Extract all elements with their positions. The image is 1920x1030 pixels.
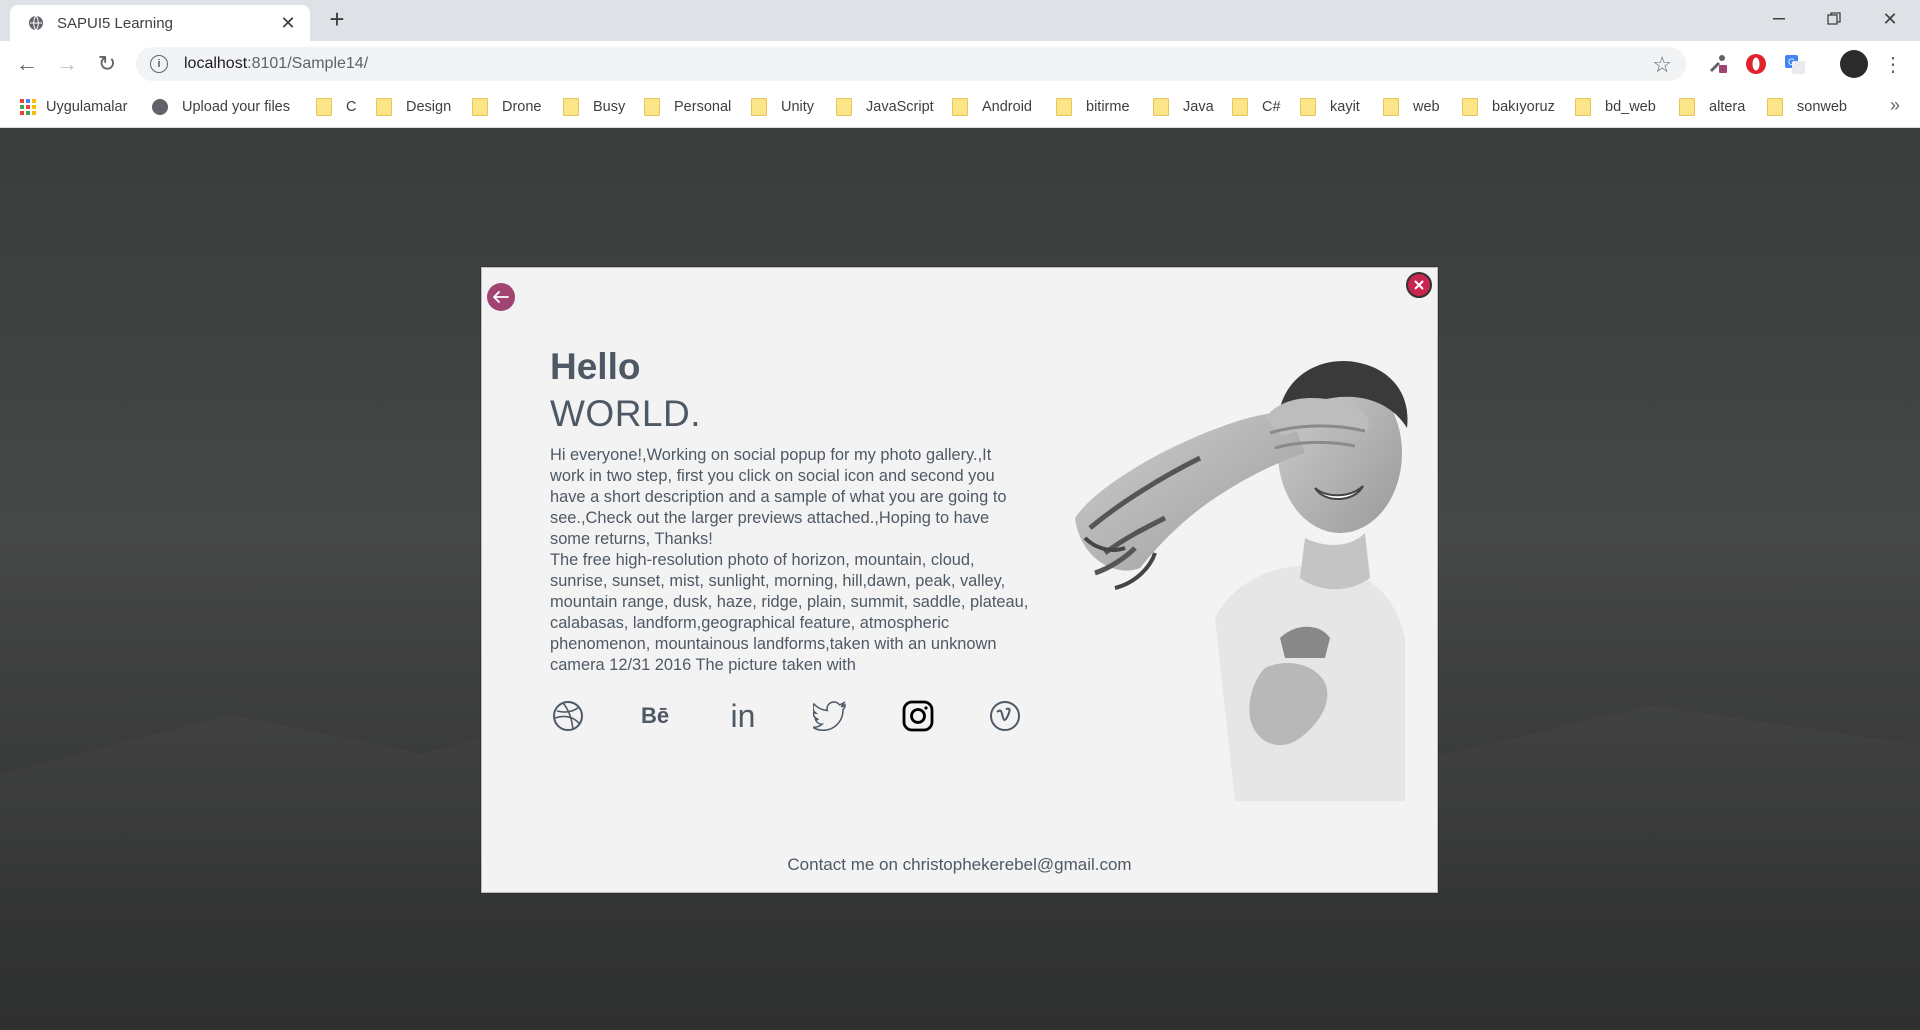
behance-icon[interactable]: Bē <box>637 698 673 734</box>
browser-tab[interactable]: SAPUI5 Learning ✕ <box>10 5 310 41</box>
folder-icon <box>1462 98 1478 116</box>
bookmark-folder[interactable]: bitirme <box>1056 95 1130 119</box>
url-text: localhost:8101/Sample14/ <box>184 55 369 72</box>
folder-icon <box>1300 98 1316 116</box>
folder-icon <box>316 98 332 116</box>
bookmark-folder[interactable]: Java <box>1153 95 1214 119</box>
bookmarks-bar: Uygulamalar Upload your files C Design D… <box>0 87 1920 128</box>
left-arrow-icon <box>493 291 509 303</box>
opera-extension-icon[interactable] <box>1743 51 1769 77</box>
bookmark-folder[interactable]: Personal <box>644 95 731 119</box>
vimeo-icon[interactable] <box>987 698 1023 734</box>
dribbble-icon[interactable] <box>550 698 586 734</box>
bookmark-folder[interactable]: sonweb <box>1767 95 1847 119</box>
globe-icon <box>27 14 45 32</box>
translate-icon[interactable]: G <box>1782 51 1808 77</box>
folder-icon <box>1232 98 1248 116</box>
heading-world: WORLD. <box>550 393 701 434</box>
back-button[interactable] <box>487 283 515 311</box>
close-button[interactable] <box>1406 272 1432 298</box>
bookmark-folder[interactable]: Android <box>952 95 1032 119</box>
folder-icon <box>1679 98 1695 116</box>
heading-hello: Hello <box>550 346 641 387</box>
social-icons-row: Bē in <box>550 698 1030 734</box>
restore-icon[interactable] <box>1806 0 1862 38</box>
apps-grid-icon <box>20 99 36 115</box>
twitter-icon[interactable] <box>812 698 848 734</box>
more-bookmarks-icon[interactable]: » <box>1890 95 1900 116</box>
back-arrow-icon[interactable]: ← <box>13 50 41 78</box>
reload-icon[interactable]: ↻ <box>93 50 121 78</box>
bookmark-folder[interactable]: altera <box>1679 95 1745 119</box>
folder-icon <box>1575 98 1591 116</box>
avatar[interactable] <box>1840 50 1868 78</box>
extension-tool-icon[interactable] <box>1705 51 1731 77</box>
svg-text:G: G <box>1788 57 1795 67</box>
folder-icon <box>836 98 852 116</box>
folder-icon <box>952 98 968 116</box>
address-bar[interactable]: i localhost:8101/Sample14/ ☆ <box>136 47 1686 81</box>
folder-icon <box>1056 98 1072 116</box>
bookmark-folder[interactable]: JavaScript <box>836 95 934 119</box>
bookmark-folder[interactable]: bd_web <box>1575 95 1656 119</box>
description: Hi everyone!,Working on social popup for… <box>550 445 1030 676</box>
folder-icon <box>563 98 579 116</box>
linkedin-icon[interactable]: in <box>725 698 761 734</box>
description-paragraph: The free high-resolution photo of horizo… <box>550 551 1029 674</box>
bookmark-folder[interactable]: Unity <box>751 95 814 119</box>
bookmark-folder[interactable]: C# <box>1232 95 1281 119</box>
close-icon <box>1414 280 1424 290</box>
folder-icon <box>1383 98 1399 116</box>
tab-strip: SAPUI5 Learning ✕ + ✕ <box>0 0 1920 41</box>
tab-title: SAPUI5 Learning <box>57 14 173 32</box>
minimize-icon[interactable] <box>1751 0 1807 38</box>
folder-icon <box>644 98 660 116</box>
menu-dots-icon[interactable]: ⋮ <box>1880 51 1906 77</box>
bookmark-folder[interactable]: bakıyoruz <box>1462 95 1555 119</box>
bookmark-star-icon[interactable]: ☆ <box>1652 52 1672 78</box>
bookmark-folder[interactable]: Busy <box>563 95 625 119</box>
browser-toolbar: ← → ↻ i localhost:8101/Sample14/ ☆ G ⋮ <box>0 41 1920 87</box>
social-popup-dialog: Hello WORLD. Hi everyone!,Working on soc… <box>481 267 1438 893</box>
portrait-photo <box>1065 338 1420 801</box>
folder-icon <box>1153 98 1169 116</box>
description-paragraph: Hi everyone!,Working on social popup for… <box>550 446 1007 548</box>
bookmark-folder[interactable]: kayit <box>1300 95 1360 119</box>
contact-text[interactable]: Contact me on christophekerebel@gmail.co… <box>482 855 1437 875</box>
bookmark-folder[interactable]: Drone <box>472 95 542 119</box>
folder-icon <box>472 98 488 116</box>
folder-icon <box>1767 98 1783 116</box>
info-icon[interactable]: i <box>150 55 168 73</box>
bookmark-folder[interactable]: web <box>1383 95 1440 119</box>
window-close-icon[interactable]: ✕ <box>1862 0 1918 38</box>
bookmark-apps[interactable]: Uygulamalar <box>20 95 127 119</box>
bookmark-upload[interactable]: Upload your files <box>152 95 290 119</box>
bookmark-folder[interactable]: Design <box>376 95 451 119</box>
close-tab-icon[interactable]: ✕ <box>278 13 298 33</box>
globe-icon <box>152 99 168 115</box>
folder-icon <box>376 98 392 116</box>
folder-icon <box>751 98 767 116</box>
new-tab-button[interactable]: + <box>325 6 349 32</box>
forward-arrow-icon[interactable]: → <box>53 50 81 78</box>
instagram-icon[interactable] <box>900 698 936 734</box>
bookmark-folder[interactable]: C <box>316 95 356 119</box>
